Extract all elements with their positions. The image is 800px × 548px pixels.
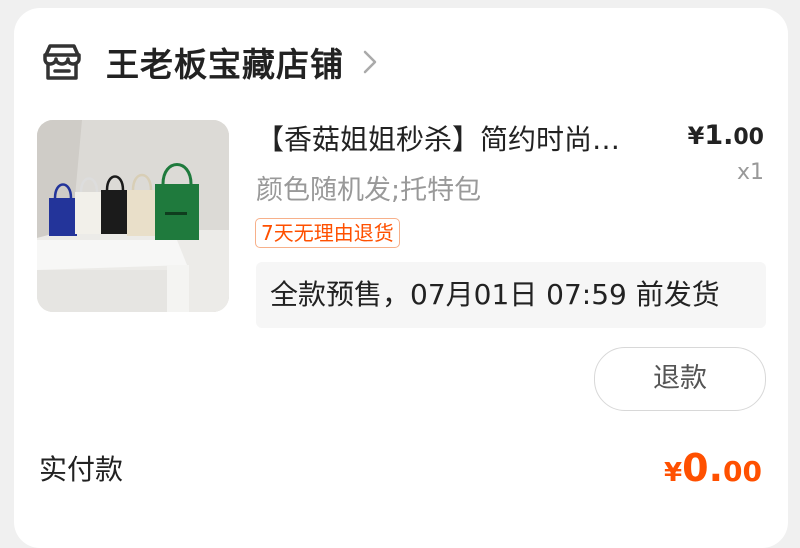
paid-currency: ¥ <box>664 458 683 488</box>
shop-header[interactable]: 王老板宝藏店铺 <box>40 38 378 86</box>
product-spec: 颜色随机发;托特包 <box>256 175 482 206</box>
price-currency: ¥ <box>687 122 705 150</box>
product-quantity: x1 <box>736 160 764 185</box>
paid-amount: ¥0.00 <box>664 446 762 490</box>
chevron-right-icon <box>363 50 377 74</box>
product-photo <box>37 120 229 312</box>
price-decimal: 00 <box>733 125 764 150</box>
service-tag: 7天无理由退货 <box>255 218 400 248</box>
product-price: ¥1.00 <box>688 120 764 151</box>
price-integer: 1. <box>704 120 734 151</box>
presale-note: 全款预售，07月01日 07:59 前发货 <box>270 278 720 311</box>
presale-banner: 全款预售，07月01日 07:59 前发货 <box>256 262 766 328</box>
product-thumbnail[interactable] <box>37 120 229 312</box>
shop-name[interactable]: 王老板宝藏店铺 <box>106 38 344 86</box>
product-title[interactable]: 【香菇姐姐秒杀】简约时尚… <box>256 118 676 158</box>
refund-button[interactable]: 退款 <box>594 347 766 411</box>
store-icon <box>43 44 81 80</box>
paid-decimal: 00 <box>723 455 762 488</box>
paid-integer: 0. <box>682 446 724 490</box>
paid-label: 实付款 <box>39 453 124 486</box>
